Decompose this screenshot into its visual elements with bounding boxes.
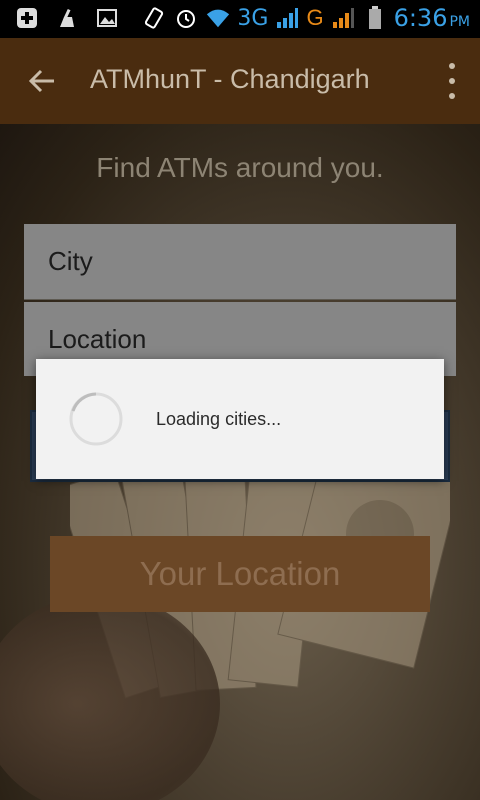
app-bar: ATMhunT - Chandigarh bbox=[0, 38, 480, 124]
city-field[interactable]: City bbox=[24, 224, 456, 300]
network-3g-label: 3G bbox=[237, 5, 269, 31]
more-vert-icon bbox=[449, 63, 455, 69]
network-g-label: G bbox=[306, 5, 324, 30]
loading-message: Loading cities... bbox=[156, 409, 282, 429]
image-icon bbox=[94, 6, 120, 30]
page-title: ATMhunT - Chandigarh bbox=[90, 64, 370, 94]
vibrate-icon bbox=[141, 6, 167, 30]
wifi-icon bbox=[205, 6, 231, 30]
signal-icon bbox=[330, 6, 356, 30]
overflow-menu-button[interactable] bbox=[444, 63, 460, 99]
clock: 6:36 PM bbox=[393, 4, 470, 32]
back-button[interactable] bbox=[22, 61, 62, 101]
signal-icon bbox=[274, 6, 300, 30]
status-bar: 3G G 6:36 PM bbox=[0, 0, 480, 38]
battery-icon bbox=[362, 6, 388, 30]
arrow-left-icon bbox=[22, 69, 62, 105]
loading-spinner-icon bbox=[69, 392, 123, 446]
subtitle: Find ATMs around you. bbox=[96, 152, 384, 183]
clean-icon bbox=[54, 6, 80, 30]
your-location-button[interactable]: Your Location bbox=[50, 536, 430, 612]
add-notification-icon bbox=[14, 6, 40, 30]
alarm-icon bbox=[173, 6, 199, 30]
loading-dialog: Loading cities... bbox=[36, 359, 444, 479]
